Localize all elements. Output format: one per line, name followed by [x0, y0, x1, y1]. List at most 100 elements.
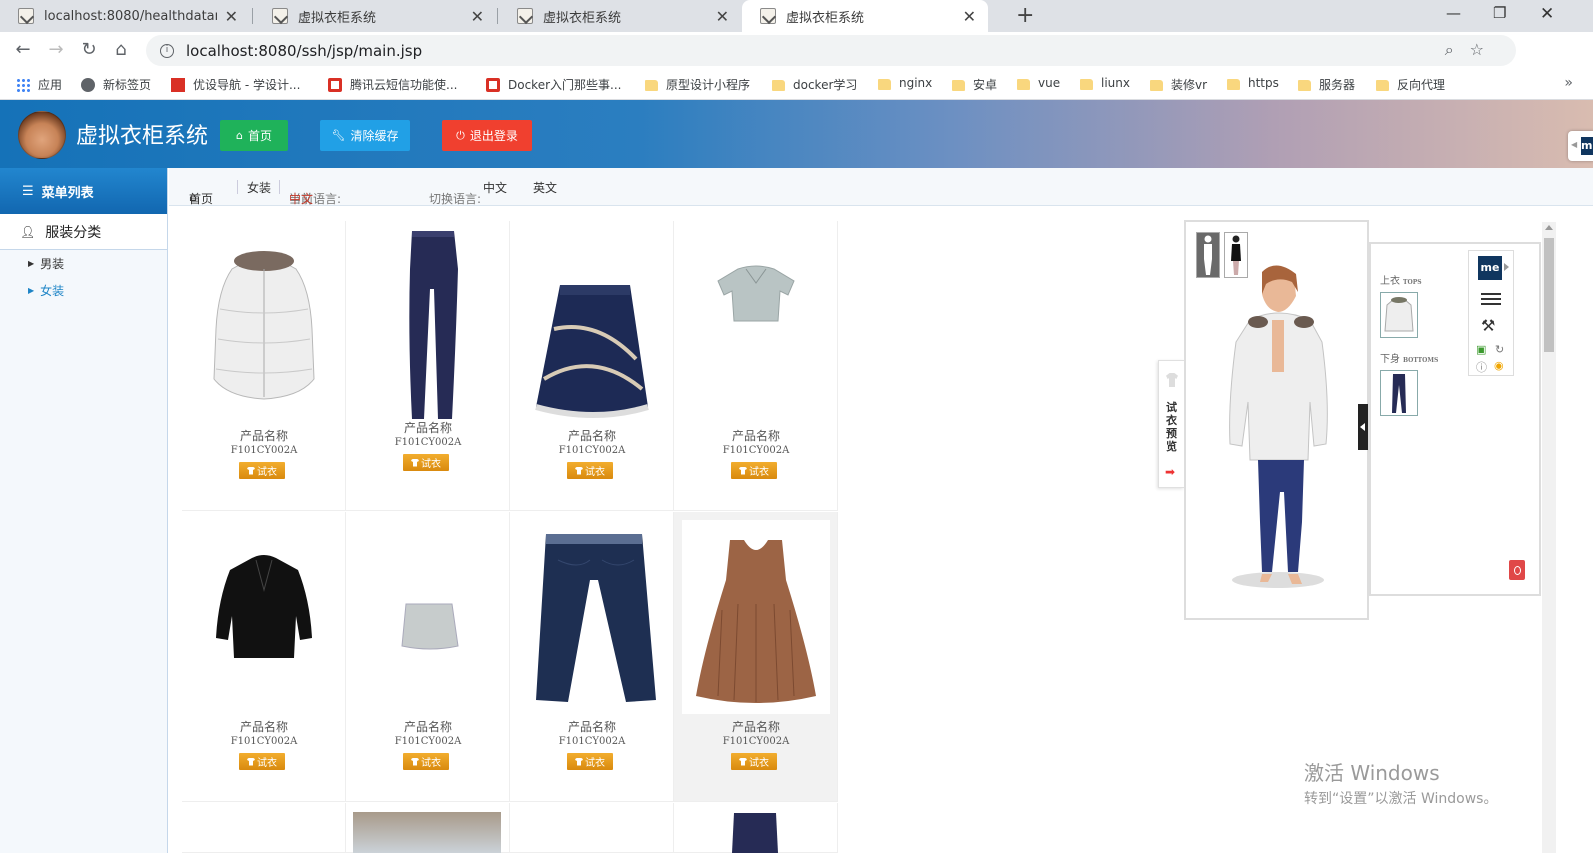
product-code: F101CY002A [394, 437, 462, 448]
product-card[interactable]: 产品名称 F101CY002A 试衣 [510, 512, 674, 802]
tops-thumbnail[interactable] [1380, 292, 1418, 338]
close-tab-icon[interactable]: ✕ [963, 7, 976, 26]
menu-icon[interactable] [1481, 293, 1501, 305]
browser-tab-2[interactable]: 虚拟衣柜系统 ✕ [254, 0, 496, 32]
bookmark-item[interactable]: 腾讯云短信功能使... [328, 76, 457, 93]
bookmark-item[interactable]: docker学习 [772, 76, 857, 93]
forward-icon[interactable]: → [45, 39, 67, 60]
logout-button[interactable]: ⏻ 退出登录 [442, 120, 532, 151]
bookmark-item[interactable]: 装修vr [1150, 76, 1207, 93]
bookmark-item[interactable]: vue [1017, 76, 1060, 90]
product-card[interactable]: 产品名称 F101CY002A 试衣 [674, 221, 838, 511]
product-image [213, 251, 315, 400]
tryon-brand-tab[interactable]: ◀ me [1568, 131, 1593, 161]
folder-icon [1376, 80, 1389, 91]
tab-separator [497, 8, 498, 24]
browser-tab-4[interactable]: 虚拟衣柜系统 ✕ [742, 0, 988, 32]
bookmark-item[interactable]: 应用 [16, 76, 62, 93]
bookmark-item[interactable]: 安卓 [952, 76, 997, 93]
browser-tab-1[interactable]: localhost:8080/healthdataman ✕ [0, 0, 250, 32]
collapse-panel-handle[interactable] [1358, 404, 1368, 450]
product-code: F101CY002A [230, 736, 298, 747]
product-card[interactable]: 产品名称 F101CY002A 试衣 [674, 512, 838, 802]
refresh-icon[interactable]: ↻ [1495, 343, 1504, 356]
lang-option-english[interactable]: 英文 [533, 179, 557, 196]
sidebar-item-womenswear[interactable]: ▶ 女装 [0, 277, 167, 304]
shirt-icon [411, 757, 419, 766]
lang-option-chinese[interactable]: 中文 [483, 179, 507, 196]
caret-left-icon: ◀ [1571, 140, 1578, 149]
home-button[interactable]: ⌂ 首页 [220, 120, 288, 151]
product-card[interactable] [182, 803, 346, 853]
bookmark-item[interactable]: 优设导航 - 学设计... [171, 76, 300, 93]
product-image [353, 812, 501, 853]
product-name: 产品名称 [403, 720, 452, 734]
try-on-button[interactable]: 试衣 [403, 753, 449, 770]
zoom-icon[interactable]: ⌕ [1445, 40, 1470, 59]
list-icon: ☰ [22, 183, 34, 199]
category-header[interactable]: 👤︎ 服装分类 [0, 214, 167, 250]
close-window-icon[interactable]: ✕ [1540, 4, 1554, 24]
try-on-button[interactable]: 试衣 [239, 462, 285, 479]
try-on-button[interactable]: 试衣 [403, 454, 449, 471]
scroll-up-icon[interactable] [1545, 225, 1553, 230]
brand-logo[interactable]: me [1478, 256, 1502, 280]
try-on-button[interactable]: 试衣 [731, 462, 777, 479]
bookmark-star-icon[interactable]: ☆ [1470, 40, 1500, 59]
bookmark-item[interactable]: https [1227, 76, 1279, 90]
back-icon[interactable]: ← [12, 39, 34, 60]
close-tab-icon[interactable]: ✕ [225, 7, 238, 26]
scrollbar-thumb[interactable] [1544, 238, 1554, 352]
magic-wand-icon[interactable]: ⚒ [1481, 316, 1495, 335]
try-on-button[interactable]: 试衣 [567, 462, 613, 479]
product-card[interactable]: 产品名称 F101CY002A 试衣 [346, 512, 510, 802]
info-icon[interactable]: ⓘ [1476, 359, 1487, 375]
bookmark-item[interactable]: 新标签页 [81, 76, 151, 93]
play-icon[interactable] [1504, 263, 1509, 271]
try-on-button[interactable]: 试衣 [731, 753, 777, 770]
product-card[interactable] [346, 803, 510, 853]
bookmark-item[interactable]: 原型设计小程序 [645, 76, 750, 93]
try-on-button[interactable]: 试衣 [239, 753, 285, 770]
product-name: 产品名称 [731, 429, 780, 443]
product-card[interactable]: 产品名称 F101CY002A 试衣 [510, 221, 674, 511]
bookmark-item[interactable]: Docker入门那些事... [486, 76, 621, 93]
product-card[interactable] [510, 803, 674, 853]
more-bookmarks-icon[interactable]: » [1564, 75, 1573, 91]
close-tab-icon[interactable]: ✕ [471, 7, 484, 26]
sidebar-item-menswear[interactable]: ▶ 男装 [0, 250, 167, 277]
minimize-icon[interactable]: — [1446, 4, 1461, 22]
divider [279, 180, 280, 194]
product-card[interactable]: 产品名称 F101CY002A 试衣 [182, 512, 346, 802]
folder-icon [1298, 80, 1311, 91]
home-icon[interactable]: ⌂ [110, 39, 132, 60]
browser-tab-bar: localhost:8080/healthdataman ✕ 虚拟衣柜系统 ✕ … [0, 0, 1593, 32]
bottoms-thumbnail[interactable] [1380, 370, 1418, 416]
eye-icon[interactable]: ◉ [1494, 359, 1504, 372]
tab-title: localhost:8080/healthdataman [44, 8, 217, 24]
bookmark-item[interactable]: 反向代理 [1376, 76, 1445, 93]
product-card[interactable]: 产品名称 F101CY002A 试衣 [182, 221, 346, 511]
folder-icon [645, 80, 658, 91]
bookmark-item[interactable]: liunx [1080, 76, 1130, 90]
bookmark-item[interactable]: nginx [878, 76, 932, 90]
cast-icon[interactable]: ▣ [1476, 343, 1486, 356]
tryon-preview-tab[interactable]: 试衣预览 ➡ [1158, 360, 1184, 488]
product-name: 产品名称 [567, 429, 616, 443]
bookmark-item[interactable]: 服务器 [1298, 76, 1355, 93]
site-info-icon[interactable]: i [160, 43, 174, 58]
product-card[interactable] [674, 803, 838, 853]
trash-icon[interactable] [1509, 560, 1525, 580]
clear-cache-button[interactable]: 🔧︎ 清除缓存 [320, 120, 410, 151]
content-scrollbar[interactable] [1542, 222, 1556, 853]
product-image [717, 265, 795, 322]
new-tab-icon[interactable]: + [1016, 3, 1034, 28]
browser-tab-3[interactable]: 虚拟衣柜系统 ✕ [499, 0, 741, 32]
reload-icon[interactable]: ↻ [78, 39, 100, 60]
close-tab-icon[interactable]: ✕ [716, 7, 729, 26]
shirt-icon [1166, 373, 1178, 387]
product-card[interactable]: 产品名称 F101CY002A 试衣 [346, 221, 510, 511]
restore-icon[interactable]: ❐ [1493, 4, 1506, 22]
url-input[interactable]: i localhost:8080/ssh/jsp/main.jsp ⌕☆ [146, 35, 1516, 66]
try-on-button[interactable]: 试衣 [567, 753, 613, 770]
